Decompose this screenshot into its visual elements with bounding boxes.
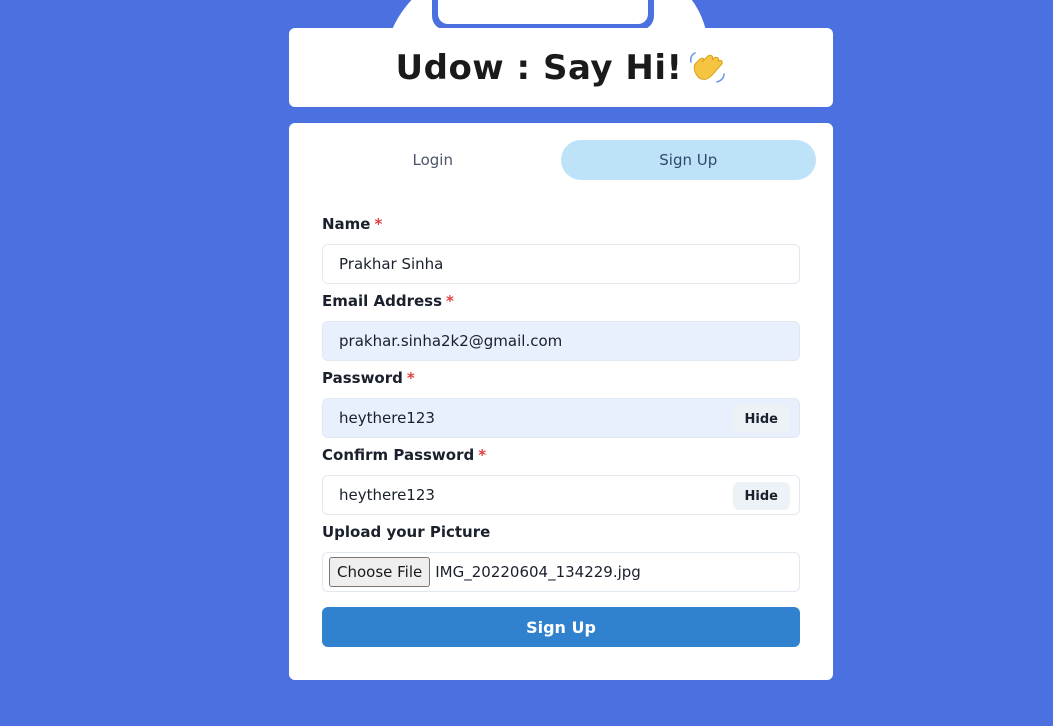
tab-sign-up[interactable]: Sign Up <box>560 140 816 180</box>
confirm-password-hide-button[interactable]: Hide <box>732 482 790 510</box>
confirm-password-input-value: heythere123 <box>339 486 435 504</box>
password-input-value: heythere123 <box>339 409 435 427</box>
required-mark: * <box>446 292 454 310</box>
picture-file-input[interactable]: Choose File IMG_20220604_134229.jpg <box>322 552 800 592</box>
email-input-value: prakhar.sinha2k2@gmail.com <box>339 332 563 350</box>
waving-hand-icon <box>689 51 725 83</box>
name-input[interactable]: Prakhar Sinha <box>322 244 800 284</box>
password-input[interactable]: heythere123 Hide <box>322 398 800 438</box>
required-mark: * <box>406 369 415 387</box>
auth-card: Login Sign Up Name * Prakhar Sinha Email … <box>289 123 833 680</box>
required-mark: * <box>374 215 383 233</box>
confirm-password-input[interactable]: heythere123 Hide <box>322 475 800 515</box>
email-input[interactable]: prakhar.sinha2k2@gmail.com <box>322 321 800 361</box>
header-card: Udow : Say Hi! <box>289 28 833 107</box>
sign-up-submit-button[interactable]: Sign Up <box>322 607 800 647</box>
app-title-text: Udow : Say Hi! <box>395 47 683 88</box>
password-label: Password * <box>322 369 415 387</box>
selected-file-name: IMG_20220604_134229.jpg <box>435 563 641 581</box>
app-title: Udow : Say Hi! <box>396 48 727 88</box>
auth-tabs: Login Sign Up <box>305 140 816 180</box>
required-mark: * <box>478 446 487 464</box>
name-label: Name * <box>322 215 383 233</box>
tab-login[interactable]: Login <box>305 140 561 180</box>
picture-label: Upload your Picture <box>322 523 491 541</box>
name-input-value: Prakhar Sinha <box>339 255 444 273</box>
password-hide-button[interactable]: Hide <box>732 405 790 433</box>
email-label: Email Address * <box>322 292 454 310</box>
choose-file-button[interactable]: Choose File <box>329 557 431 587</box>
confirm-password-label: Confirm Password * <box>322 446 487 464</box>
